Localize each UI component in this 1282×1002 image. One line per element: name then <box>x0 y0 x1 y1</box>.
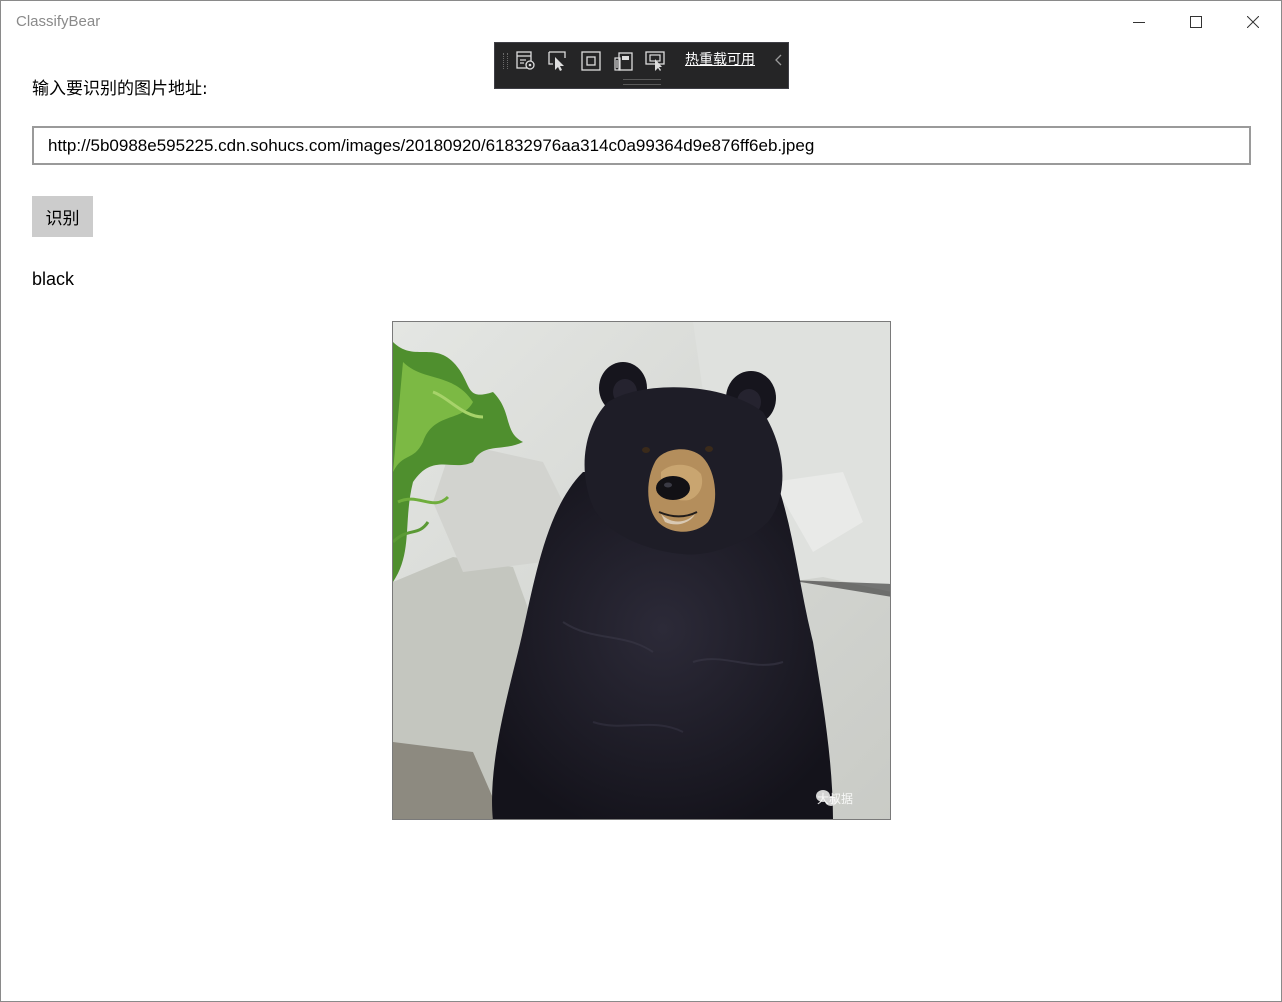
bear-photo: 大叔据 <box>392 321 891 820</box>
display-layout-adorners-button[interactable] <box>578 48 604 74</box>
minimize-button[interactable] <box>1110 1 1167 43</box>
live-visual-tree-button[interactable] <box>513 48 539 74</box>
select-element-icon <box>548 51 566 71</box>
track-focus-icon <box>614 52 633 71</box>
image-url-input[interactable]: http://5b0988e595225.cdn.sohucs.com/imag… <box>32 126 1251 165</box>
chevron-left-icon <box>775 54 782 66</box>
hot-reload-status-link[interactable]: 热重载可用 <box>685 49 755 69</box>
display-element-button[interactable] <box>642 48 668 74</box>
close-button[interactable] <box>1224 1 1281 43</box>
collapse-toolbar-button[interactable] <box>772 51 786 69</box>
title-bar[interactable]: ClassifyBear <box>1 1 1281 43</box>
minimize-icon <box>1132 22 1145 23</box>
classification-result: black <box>32 269 75 289</box>
layout-adorner-icon <box>581 51 601 71</box>
toolbar-grip-handle[interactable] <box>503 53 508 69</box>
app-title: ClassifyBear <box>16 13 101 30</box>
visual-tree-icon <box>516 51 535 70</box>
photo-watermark: 大叔据 <box>817 792 854 806</box>
display-element-icon <box>645 51 665 71</box>
url-prompt-label: 输入要识别的图片地址: <box>32 79 208 99</box>
toolbar-drag-handle[interactable] <box>623 79 661 85</box>
recognize-button[interactable]: 识别 <box>32 196 93 237</box>
debug-toolbar: 热重载可用 <box>494 42 789 89</box>
bear-image <box>393 322 890 819</box>
select-element-button[interactable] <box>545 48 571 74</box>
app-window: ClassifyBear 热重载可用 输入要识别的图片地址: http://5b… <box>0 0 1282 1002</box>
maximize-icon <box>1189 16 1202 28</box>
close-icon <box>1246 16 1259 28</box>
maximize-button[interactable] <box>1167 1 1224 43</box>
track-focused-element-button[interactable] <box>611 48 637 74</box>
